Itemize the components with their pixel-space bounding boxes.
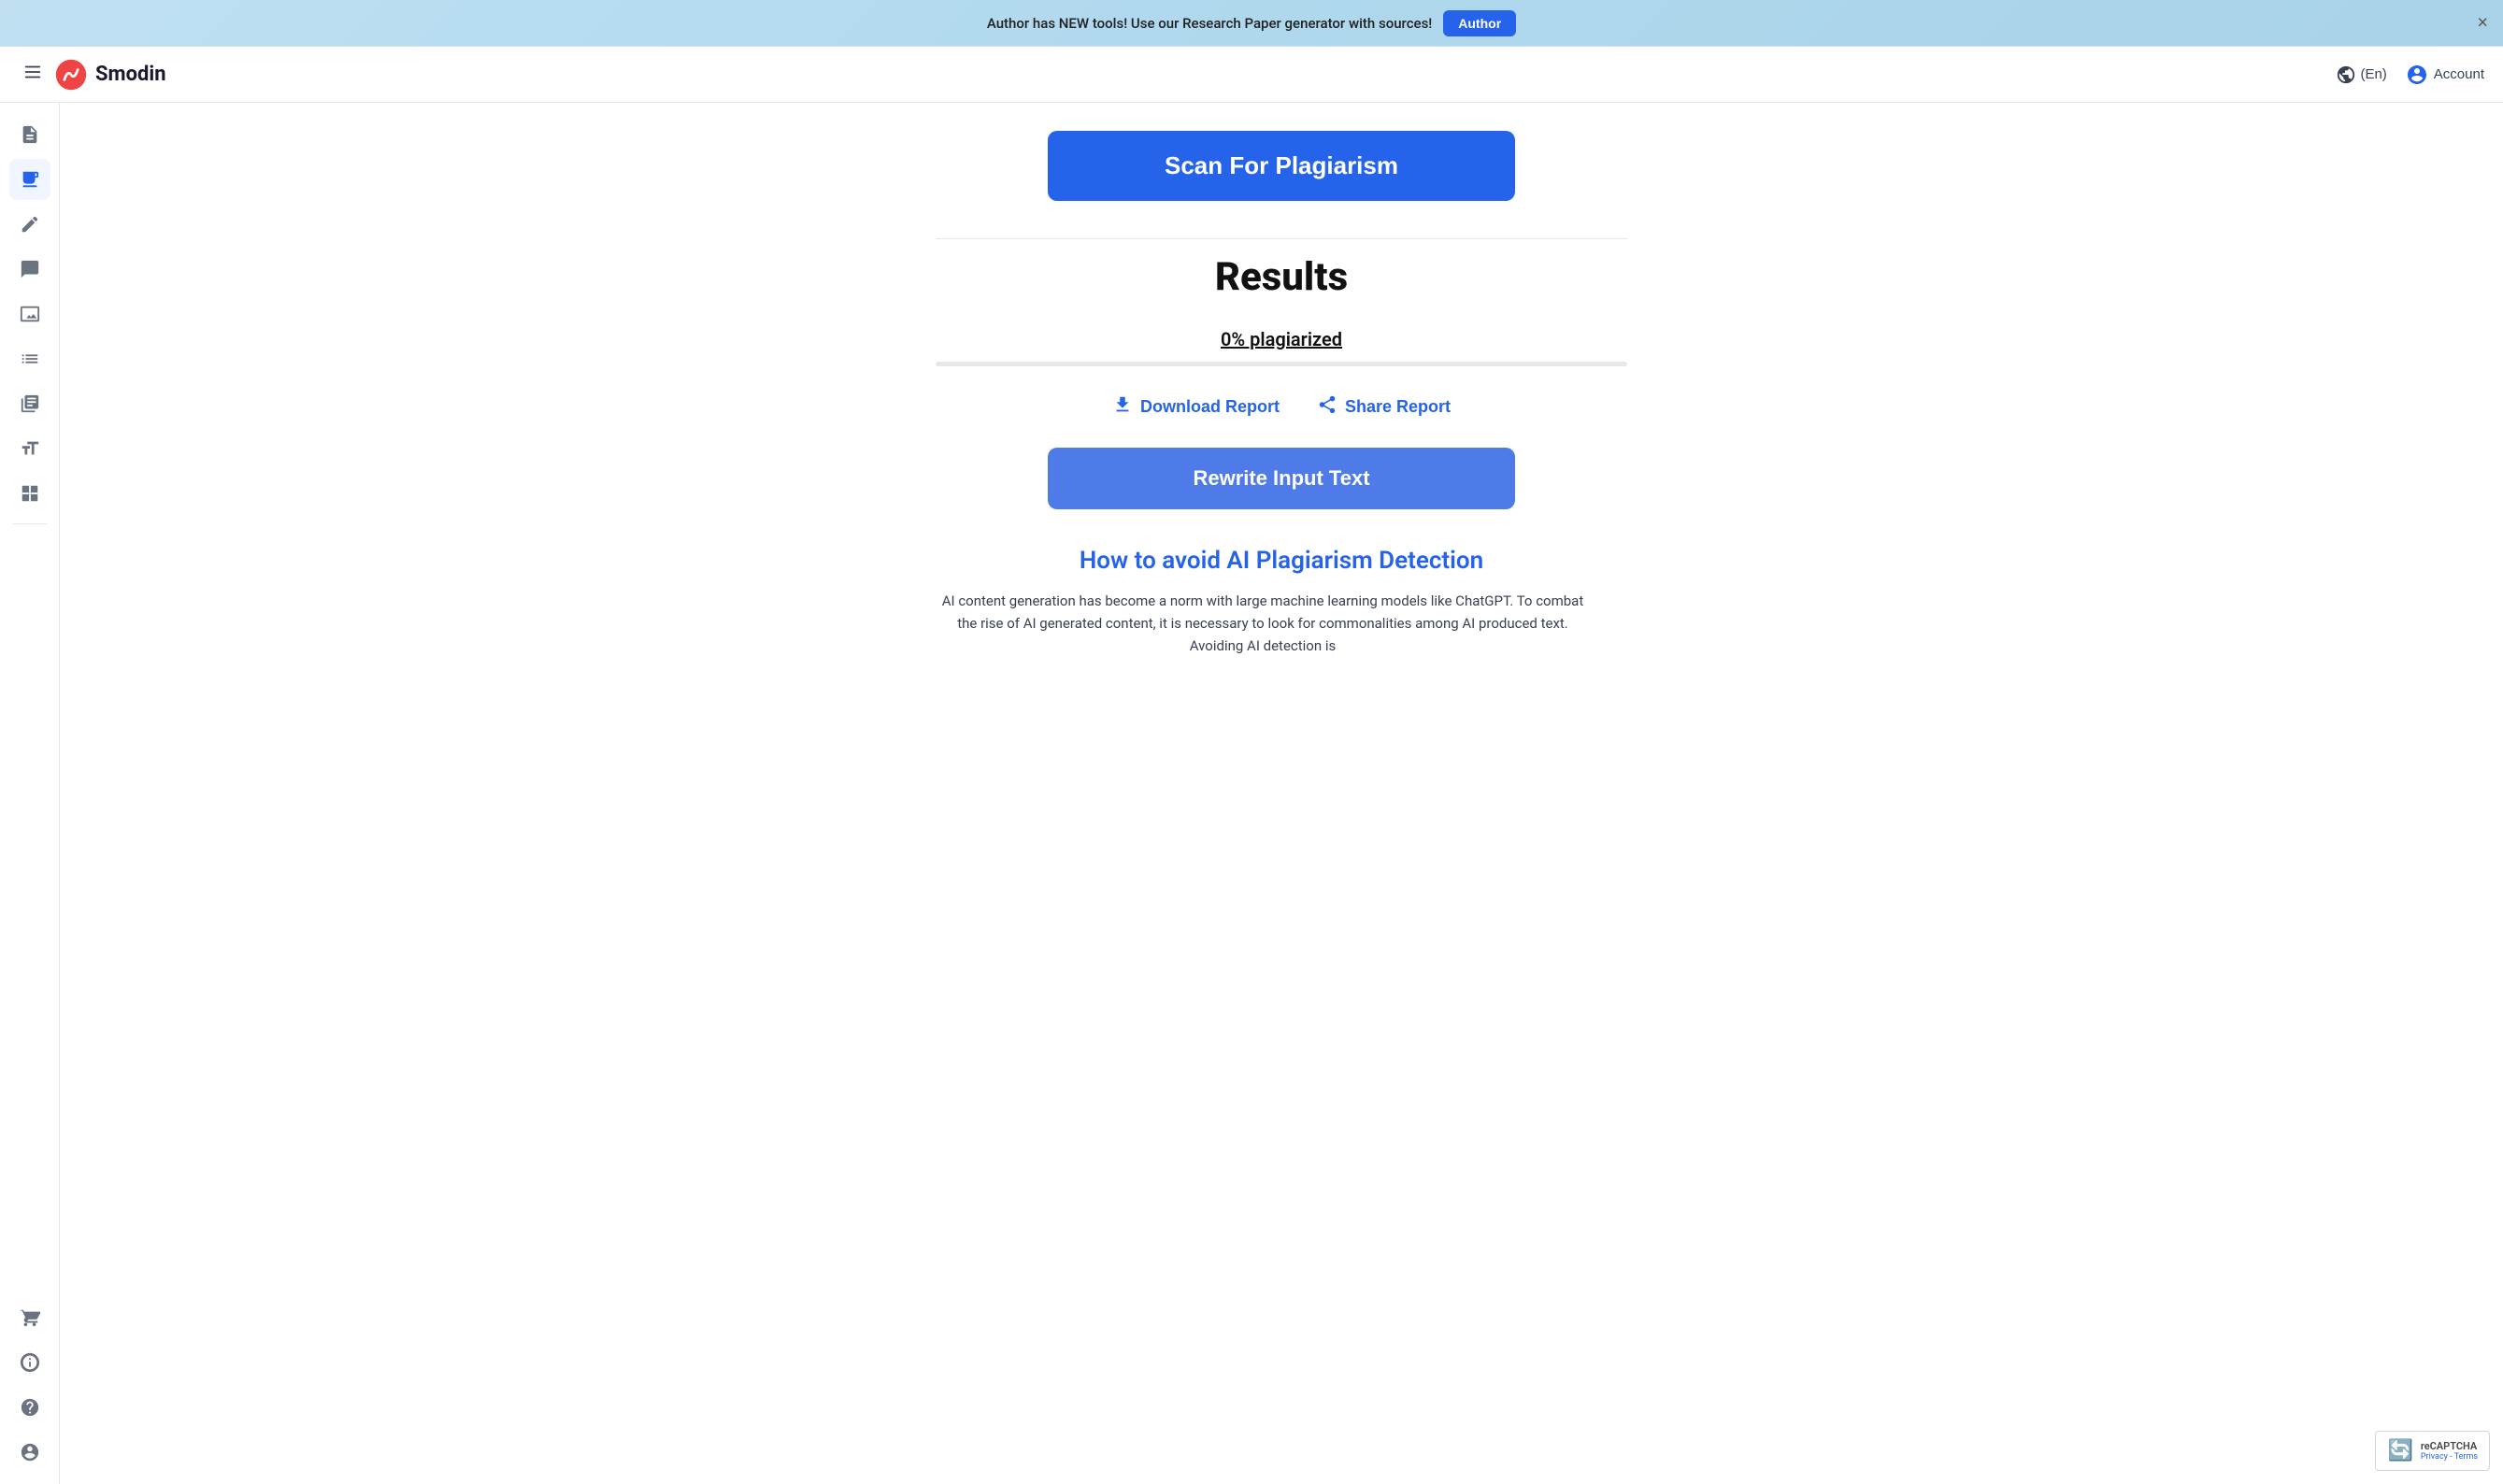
sidebar-bottom bbox=[9, 1297, 50, 1473]
sidebar-item-help[interactable] bbox=[9, 1387, 50, 1428]
recaptcha-text: reCAPTCHA Privacy - Terms bbox=[2421, 1440, 2478, 1462]
share-report-button[interactable]: Share Report bbox=[1317, 394, 1451, 420]
sidebar-item-list[interactable] bbox=[9, 338, 50, 379]
recaptcha-label: reCAPTCHA bbox=[2421, 1440, 2478, 1452]
edit-icon bbox=[20, 214, 40, 235]
main-content: Scan For Plagiarism Results 0% plagiariz… bbox=[60, 103, 2503, 1484]
share-report-label: Share Report bbox=[1345, 397, 1451, 417]
sidebar-item-plagiarism[interactable] bbox=[9, 159, 50, 200]
logo-text: Smodin bbox=[95, 63, 166, 86]
font-icon bbox=[20, 438, 40, 459]
results-divider bbox=[936, 238, 1627, 239]
avoid-text: AI content generation has become a norm … bbox=[936, 590, 1590, 657]
hamburger-menu-button[interactable] bbox=[19, 58, 47, 92]
cart-icon bbox=[20, 1307, 40, 1328]
recaptcha-links[interactable]: Privacy - Terms bbox=[2421, 1452, 2478, 1462]
sidebar-item-chat[interactable] bbox=[9, 249, 50, 290]
language-icon bbox=[2336, 64, 2356, 85]
recaptcha-badge: 🔄 reCAPTCHA Privacy - Terms bbox=[2375, 1431, 2490, 1471]
document-icon bbox=[20, 124, 40, 145]
books-icon bbox=[20, 393, 40, 414]
account-button[interactable]: Account bbox=[2406, 64, 2484, 86]
help-icon bbox=[20, 1397, 40, 1418]
language-button[interactable]: (En) bbox=[2336, 64, 2386, 85]
announcement-text: Author has NEW tools! Use our Research P… bbox=[987, 15, 1432, 32]
plagiarism-percent: 0% plagiarized bbox=[1221, 328, 1342, 350]
recaptcha-icon: 🔄 bbox=[2387, 1439, 2412, 1463]
sidebar-item-profile[interactable] bbox=[9, 1432, 50, 1473]
header-right: (En) Account bbox=[2336, 64, 2484, 86]
image-icon bbox=[20, 304, 40, 324]
progress-bar-container bbox=[936, 362, 1627, 366]
announcement-bar: Author has NEW tools! Use our Research P… bbox=[0, 0, 2503, 47]
language-label: (En) bbox=[2360, 66, 2386, 82]
avoid-title: How to avoid AI Plagiarism Detection bbox=[936, 547, 1627, 575]
share-icon bbox=[1317, 394, 1337, 420]
main-header: Smodin (En) Account bbox=[0, 47, 2503, 103]
announcement-author-button[interactable]: Author bbox=[1443, 10, 1516, 36]
grid-icon bbox=[20, 483, 40, 504]
sidebar-item-document[interactable] bbox=[9, 114, 50, 155]
download-icon bbox=[1112, 394, 1133, 420]
logo-area[interactable]: Smodin bbox=[54, 58, 166, 92]
menu-icon bbox=[22, 62, 43, 82]
smodin-logo-icon bbox=[54, 58, 88, 92]
plagiarism-result: 0% plagiarized bbox=[936, 328, 1627, 350]
sidebar-divider bbox=[13, 523, 47, 524]
plagiarism-check-icon bbox=[20, 169, 40, 190]
results-title: Results bbox=[936, 254, 1627, 300]
list-icon bbox=[20, 349, 40, 369]
sidebar-item-image[interactable] bbox=[9, 293, 50, 335]
sidebar bbox=[0, 103, 60, 1484]
sidebar-item-cart[interactable] bbox=[9, 1297, 50, 1338]
profile-icon bbox=[20, 1442, 40, 1463]
download-report-button[interactable]: Download Report bbox=[1112, 394, 1280, 420]
sidebar-item-grid[interactable] bbox=[9, 473, 50, 514]
action-buttons: Download Report Share Report bbox=[936, 394, 1627, 420]
sidebar-item-support[interactable] bbox=[9, 1342, 50, 1383]
app-layout: Scan For Plagiarism Results 0% plagiariz… bbox=[0, 103, 2503, 1484]
results-section: Results 0% plagiarized Download Report bbox=[936, 238, 1627, 657]
sidebar-item-books[interactable] bbox=[9, 383, 50, 424]
download-report-label: Download Report bbox=[1140, 397, 1280, 417]
sidebar-item-font[interactable] bbox=[9, 428, 50, 469]
announcement-close-button[interactable]: × bbox=[2477, 12, 2488, 34]
rewrite-button[interactable]: Rewrite Input Text bbox=[1048, 448, 1515, 509]
sidebar-item-edit[interactable] bbox=[9, 204, 50, 245]
recaptcha-logo: 🔄 bbox=[2387, 1439, 2412, 1463]
account-label: Account bbox=[2434, 66, 2484, 82]
scan-plagiarism-button[interactable]: Scan For Plagiarism bbox=[1048, 131, 1515, 201]
account-icon bbox=[2406, 64, 2428, 86]
chat-icon bbox=[20, 259, 40, 279]
support-icon bbox=[20, 1352, 40, 1373]
